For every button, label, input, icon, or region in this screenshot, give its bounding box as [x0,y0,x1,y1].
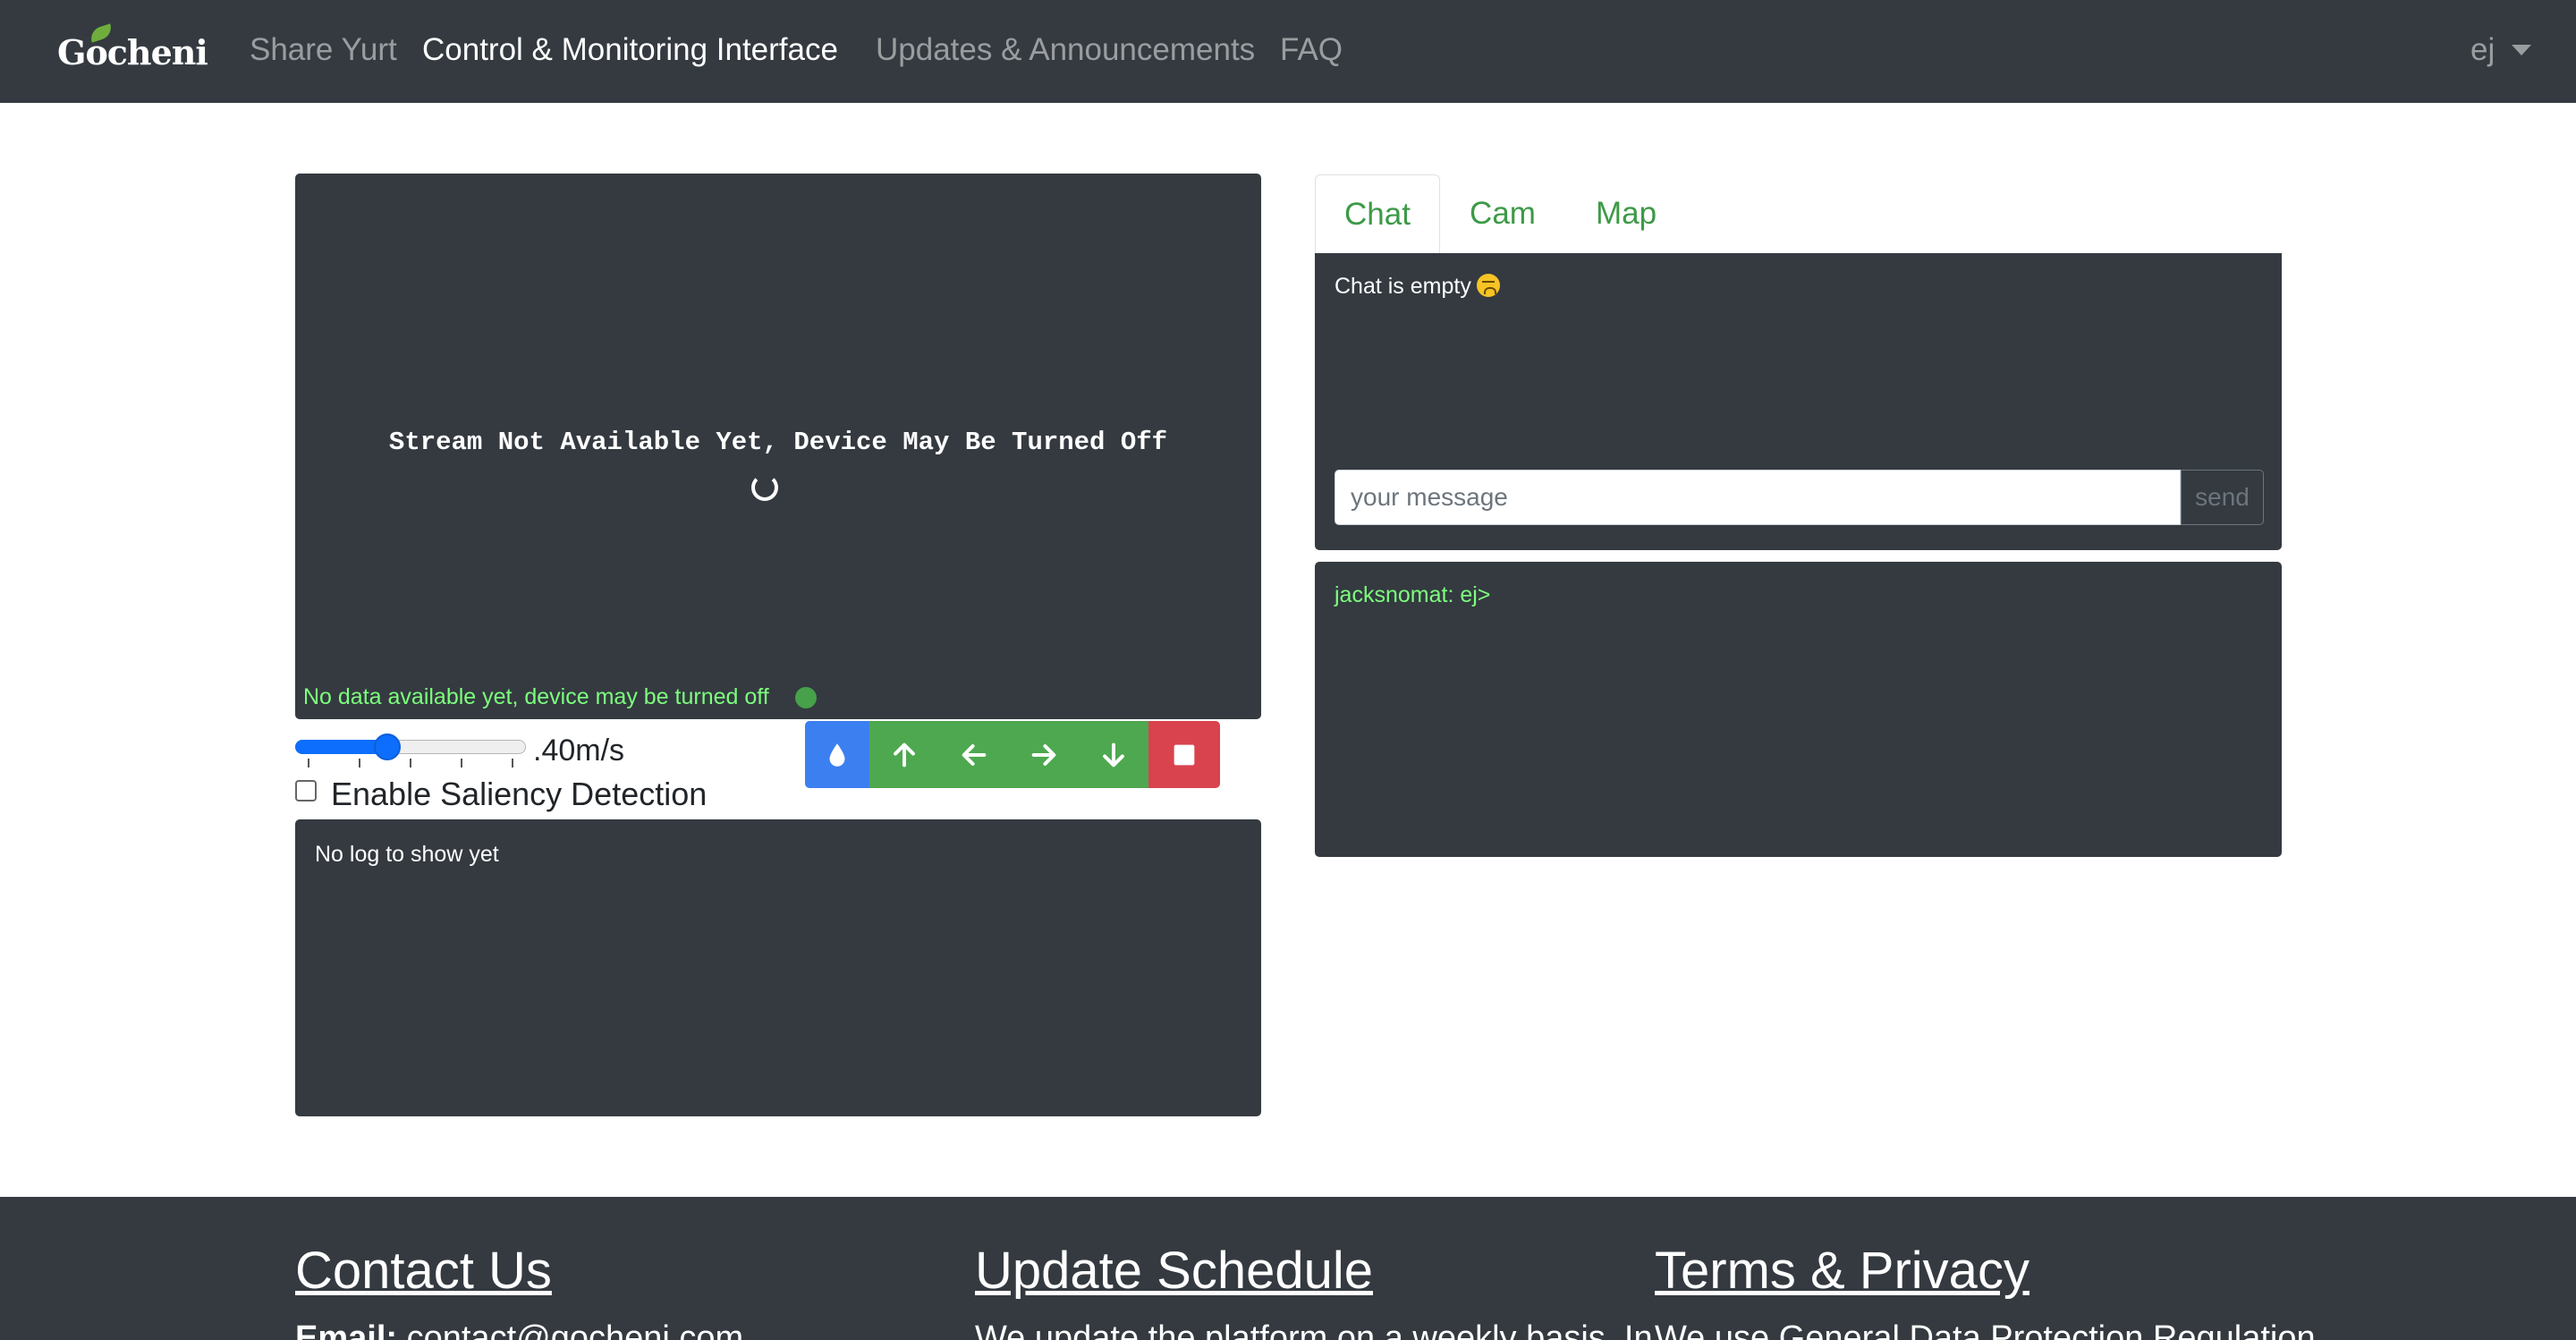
nav-faq[interactable]: FAQ [1280,30,1343,70]
update-schedule-heading[interactable]: Update Schedule [975,1242,1373,1301]
water-drop-icon [829,742,845,767]
weary-face-icon [1476,274,1500,297]
slider-tick [512,759,513,768]
nav-share-yurt[interactable]: Share Yurt [250,30,397,70]
message-input[interactable] [1335,470,2181,525]
tab-map[interactable]: Map [1567,174,1685,253]
send-button[interactable]: send [2181,470,2264,525]
chat-empty-message: Chat is empty [1335,271,1500,301]
slider-tick [359,759,360,768]
left-button[interactable] [939,721,1009,788]
speed-value: .40m/s [533,734,625,768]
water-button[interactable] [805,721,869,788]
terms-privacy-heading[interactable]: Terms & Privacy [1655,1242,2029,1301]
log-text: No log to show yet [315,842,499,867]
status-dot-icon [795,687,817,708]
update-schedule-text: We update the platform on a weekly basis… [975,1319,1653,1340]
slider-tick [308,759,309,768]
terms-privacy-text: We use General Data Protection Regulatio… [1655,1319,2316,1340]
contact-email-line: Email: contact@gocheni.com [295,1317,743,1340]
backward-button[interactable] [1079,721,1148,788]
footer: Contact Us Email: contact@gocheni.com Up… [0,1197,2576,1340]
brand-name: Gocheni [57,32,208,72]
caret-down-icon[interactable] [2512,45,2531,55]
user-menu[interactable]: ej [2470,30,2495,70]
forward-button[interactable] [869,721,939,788]
slider-tick [461,759,462,768]
tab-cam[interactable]: Cam [1451,174,1555,253]
log-panel: No log to show yet [295,819,1261,1116]
saliency-checkbox[interactable] [295,780,317,801]
contact-heading[interactable]: Contact Us [295,1242,552,1301]
arrow-down-icon [1103,742,1124,767]
saliency-label: Enable Saliency Detection [331,776,708,812]
tab-chat[interactable]: Chat [1315,174,1440,253]
video-stream-panel: Stream Not Available Yet, Device May Be … [295,174,1261,719]
device-status-text: No data available yet, device may be tur… [303,684,769,709]
slider-tick [410,759,411,768]
chat-panel: Chat is empty send [1315,253,2282,550]
chat-console-panel: jacksnomat: ej> [1315,562,2282,857]
nav-control-monitoring[interactable]: Control & Monitoring Interface [422,30,838,70]
stream-message: Stream Not Available Yet, Device May Be … [388,428,1168,457]
brand-logo[interactable]: Gocheni [57,23,208,77]
slider-thumb[interactable] [374,734,401,760]
nav-updates-announcements[interactable]: Updates & Announcements [876,30,1255,70]
speed-slider[interactable] [295,732,526,768]
arrow-up-icon [894,742,915,767]
email-link[interactable]: contact@gocheni.com [407,1319,744,1340]
chat-empty-text: Chat is empty [1335,274,1471,299]
console-line: jacksnomat: ej> [1335,582,1491,607]
right-button[interactable] [1009,721,1079,788]
arrow-left-icon [962,743,987,766]
stop-button[interactable] [1148,721,1220,788]
email-label: Email: [295,1319,398,1340]
loading-spinner-icon [751,474,778,501]
arrow-right-icon [1031,743,1056,766]
navbar: Gocheni Share Yurt Control & Monitoring … [0,0,2576,103]
stop-icon [1174,744,1195,765]
